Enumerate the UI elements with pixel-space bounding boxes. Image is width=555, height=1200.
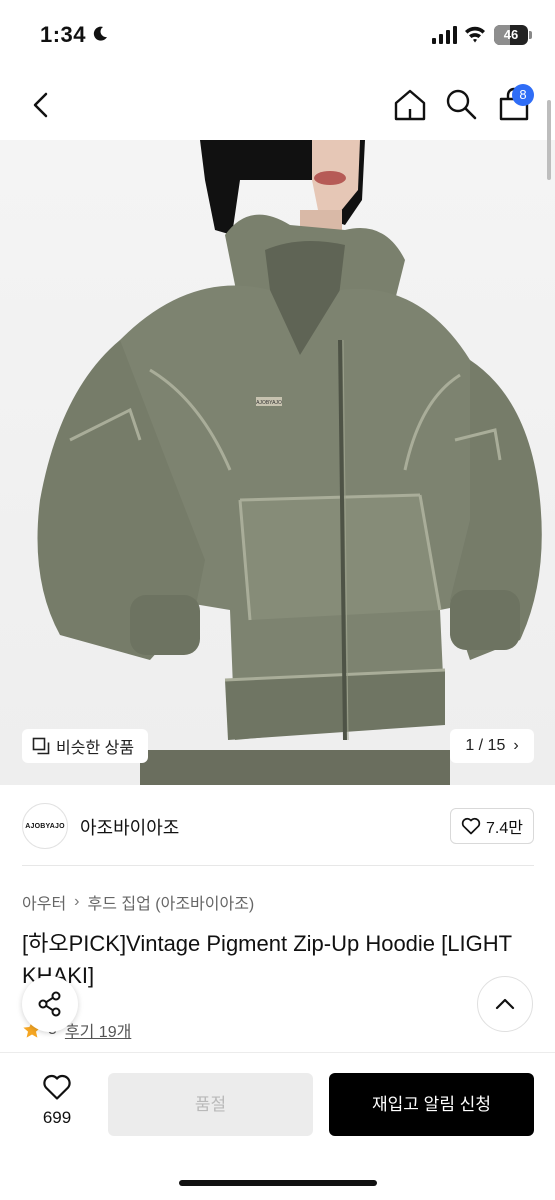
similar-products-button[interactable]: 비슷한 상품	[22, 729, 148, 763]
product-image[interactable]: AJOBYAJO	[0, 140, 555, 785]
status-time: 1:34	[40, 22, 87, 47]
wishlist-count: 699	[42, 1108, 72, 1127]
image-pager[interactable]: 1 / 15 ›	[450, 729, 534, 763]
breadcrumb: 아우터 › 후드 집업 (아조바이아조)	[22, 890, 254, 914]
similar-products-label: 비슷한 상품	[56, 740, 135, 757]
battery-indicator: 46	[494, 25, 528, 45]
heart-icon	[461, 817, 481, 835]
wifi-icon	[465, 26, 485, 43]
brand-like-count: 7.4만	[486, 820, 523, 837]
breadcrumb-item-category[interactable]: 아우터	[22, 890, 66, 914]
home-indicator	[179, 1180, 377, 1186]
chevron-right-icon: ›	[74, 893, 80, 910]
top-navigation	[0, 70, 555, 140]
similar-products-icon	[32, 737, 50, 755]
signal-icon	[432, 26, 457, 44]
share-button[interactable]	[22, 976, 78, 1032]
status-bar: 1:34 46	[0, 0, 555, 70]
search-icon[interactable]	[444, 87, 478, 121]
scrollbar[interactable]	[547, 100, 551, 180]
divider	[22, 865, 534, 866]
image-pager-text: 1 / 15	[465, 737, 506, 754]
brand-row: AJOBYAJO 아조바이아조 7.4만	[0, 786, 555, 866]
brand-name[interactable]: 아조바이아조	[80, 814, 179, 840]
chevron-up-icon	[495, 998, 515, 1010]
scroll-to-top-button[interactable]	[477, 976, 533, 1032]
home-icon[interactable]	[392, 87, 428, 123]
hoodie-photo: AJOBYAJO	[37, 140, 542, 785]
share-icon	[38, 991, 61, 1017]
garment-label: AJOBYAJO	[256, 400, 282, 406]
bottom-action-bar: 699 품절 재입고 알림 신청	[0, 1052, 555, 1200]
product-title: [하오PICK]Vintage Pigment Zip-Up Hoodie [L…	[22, 931, 512, 988]
brand-logo[interactable]: AJOBYAJO	[22, 803, 68, 849]
restock-alert-button[interactable]: 재입고 알림 신청	[329, 1073, 534, 1136]
cart-count-badge: 8	[512, 84, 534, 106]
back-arrow-icon[interactable]	[26, 88, 56, 122]
chevron-right-icon: ›	[513, 737, 519, 754]
breadcrumb-item-subcategory[interactable]: 후드 집업 (아조바이아조)	[88, 890, 255, 914]
battery-nub	[529, 31, 532, 39]
review-link[interactable]: 후기 19개	[65, 1018, 131, 1042]
sold-out-button[interactable]: 품절	[108, 1073, 313, 1136]
heart-icon	[43, 1074, 71, 1100]
brand-like-button[interactable]: 7.4만	[450, 808, 534, 844]
moon-icon	[93, 26, 107, 41]
battery-percent: 46	[503, 27, 519, 42]
wishlist-button[interactable]: 699	[26, 1073, 88, 1128]
